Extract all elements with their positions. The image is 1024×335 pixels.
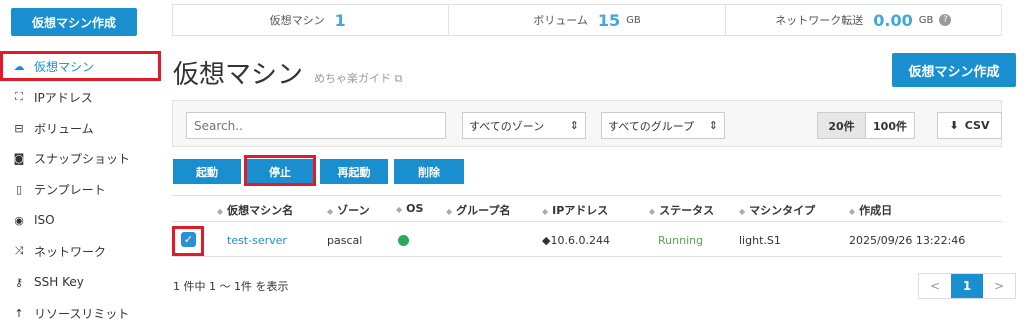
result-count: 1 件中 1 ～ 1件 を表示 — [173, 280, 289, 293]
table-row[interactable]: ✓ test-server pascal ◆10.6.0.244 Running… — [172, 222, 1002, 257]
file-icon: ▯ — [15, 182, 23, 196]
sort-icon: ◆ — [739, 207, 746, 216]
page-size-toggle: 20件 100件 — [817, 112, 915, 139]
csv-label: CSV — [964, 119, 990, 132]
os-icon — [398, 235, 409, 246]
sort-icon: ◆ — [217, 207, 224, 216]
sidebar-item-volume[interactable]: ⊟ ボリューム — [0, 114, 160, 142]
sidebar: 仮想マシン作成 ☁ 仮想マシン ⛶ IPアドレス ⊟ ボリューム ◙ スナップシ… — [0, 0, 161, 335]
column-header-name[interactable]: ◆ 仮想マシン名 — [217, 202, 293, 218]
cell-machine-type: light.S1 — [739, 234, 781, 247]
sidebar-item-iso[interactable]: ◉ ISO — [0, 206, 160, 234]
cell-ip: ◆10.6.0.244 — [542, 234, 610, 247]
restart-button[interactable]: 再起動 — [320, 159, 388, 184]
next-page-button[interactable]: > — [983, 274, 1015, 298]
sort-icon: ◆ — [396, 205, 403, 214]
sort-icon: ◆ — [542, 207, 549, 216]
sort-icon: ◆ — [849, 207, 856, 216]
cell-created: 2025/09/26 13:22:46 — [849, 234, 966, 247]
sidebar-item-label: ISO — [34, 213, 55, 227]
sidebar-item-network[interactable]: ⤨ ネットワーク — [0, 237, 160, 265]
prev-page-button[interactable]: < — [919, 274, 951, 298]
sidebar-item-ip-address[interactable]: ⛶ IPアドレス — [0, 83, 160, 111]
zone-select-value: すべてのゾーン — [469, 119, 545, 133]
annotation-highlight-box — [172, 226, 204, 256]
sidebar-item-label: ネットワーク — [34, 244, 107, 259]
up-arrow-icon: ↑ — [14, 306, 24, 320]
delete-button[interactable]: 削除 — [394, 159, 464, 184]
group-select-value: すべてのグループ — [608, 119, 695, 133]
column-header-machine-type[interactable]: ◆ マシンタイプ — [739, 202, 815, 218]
page-size-20-button[interactable]: 20件 — [818, 113, 866, 138]
column-header-os[interactable]: ◆ OS — [396, 202, 423, 215]
sort-icon: ◆ — [446, 207, 453, 216]
page-1-button[interactable]: 1 — [951, 274, 983, 298]
column-header-status[interactable]: ◆ ステータス — [649, 202, 714, 218]
network-tree-icon: ⛶ — [15, 90, 23, 103]
sidebar-item-ssh-key[interactable]: ⚷ SSH Key — [0, 268, 160, 296]
sidebar-item-label: SSH Key — [34, 275, 84, 289]
sidebar-item-label: テンプレート — [34, 182, 106, 197]
pagination: < 1 > — [918, 273, 1016, 299]
updown-icon: ⇕ — [708, 119, 718, 132]
camera-icon: ◙ — [13, 151, 25, 165]
filter-panel: すべてのゾーン ⇕ すべてのグループ ⇕ 20件 100件 ⬇ CSV — [172, 100, 1002, 147]
shuffle-icon: ⤨ — [14, 244, 24, 257]
cell-zone: pascal — [327, 234, 363, 247]
stat-network-transfer: ネットワーク転送 0.00 GB ? — [726, 5, 1001, 35]
page-title: 仮想マシン — [173, 60, 304, 90]
guide-link[interactable]: めちゃ楽ガイド ⧉ — [314, 70, 402, 86]
zone-select[interactable]: すべてのゾーン ⇕ — [462, 112, 586, 139]
sidebar-item-template[interactable]: ▯ テンプレート — [0, 175, 160, 203]
stat-unit: GB — [626, 14, 641, 26]
search-input[interactable] — [186, 112, 446, 139]
stat-value: 0.00 — [873, 10, 913, 30]
drive-icon: ⊟ — [14, 121, 24, 135]
group-select[interactable]: すべてのグループ ⇕ — [601, 112, 725, 139]
column-header-zone[interactable]: ◆ ゾーン — [327, 202, 370, 218]
sidebar-item-label: ボリューム — [34, 121, 94, 136]
stat-volume: ボリューム 15 GB — [449, 5, 726, 35]
table-header: ◆ 仮想マシン名 ◆ ゾーン ◆ OS ◆ グループ名 ◆ IPアドレス ◆ ステータス ◆… — [172, 195, 1002, 222]
key-icon: ⚷ — [14, 275, 24, 289]
sidebar-item-label: リソースリミット — [34, 306, 130, 321]
stat-unit: GB — [918, 14, 934, 26]
sidebar-item-snapshot[interactable]: ◙ スナップショット — [0, 144, 160, 172]
annotation-highlight-box — [0, 51, 161, 81]
create-vm-button[interactable]: 仮想マシン作成 — [892, 53, 1016, 87]
download-icon: ⬇ — [949, 119, 959, 132]
sidebar-item-label: IPアドレス — [34, 90, 93, 105]
help-icon[interactable]: ? — [939, 14, 952, 26]
cell-status: Running — [658, 234, 704, 247]
stat-label: ボリューム — [533, 14, 588, 27]
updown-icon: ⇕ — [569, 119, 579, 132]
sort-icon: ◆ — [327, 207, 334, 216]
page-size-100-button[interactable]: 100件 — [866, 113, 914, 138]
create-vm-sidebar-button[interactable]: 仮想マシン作成 — [11, 8, 137, 36]
sidebar-item-resource-limit[interactable]: ↑ リソースリミット — [0, 299, 160, 327]
column-header-ip[interactable]: ◆ IPアドレス — [542, 202, 608, 218]
stat-value: 1 — [334, 10, 346, 30]
summary-stats-bar: 仮想マシン 1 ボリューム 15 GB ネットワーク転送 0.00 GB ? — [172, 4, 1002, 36]
disc-icon: ◉ — [14, 213, 24, 227]
stat-label: 仮想マシン — [269, 14, 325, 27]
guide-link-label: めちゃ楽ガイド — [314, 72, 391, 85]
annotation-highlight-box — [244, 155, 316, 186]
stat-virtual-machines: 仮想マシン 1 — [173, 5, 450, 35]
stat-label: ネットワーク転送 — [775, 14, 864, 27]
column-header-group[interactable]: ◆ グループ名 — [446, 202, 511, 218]
csv-download-button[interactable]: ⬇ CSV — [937, 112, 1002, 139]
sort-icon: ◆ — [649, 207, 656, 216]
vm-name-link[interactable]: test-server — [227, 234, 287, 247]
stat-value: 15 — [597, 10, 621, 30]
column-header-created[interactable]: ◆ 作成日 — [849, 202, 892, 218]
external-link-icon: ⧉ — [394, 72, 403, 85]
start-button[interactable]: 起動 — [173, 159, 241, 184]
sidebar-item-label: スナップショット — [34, 151, 131, 166]
